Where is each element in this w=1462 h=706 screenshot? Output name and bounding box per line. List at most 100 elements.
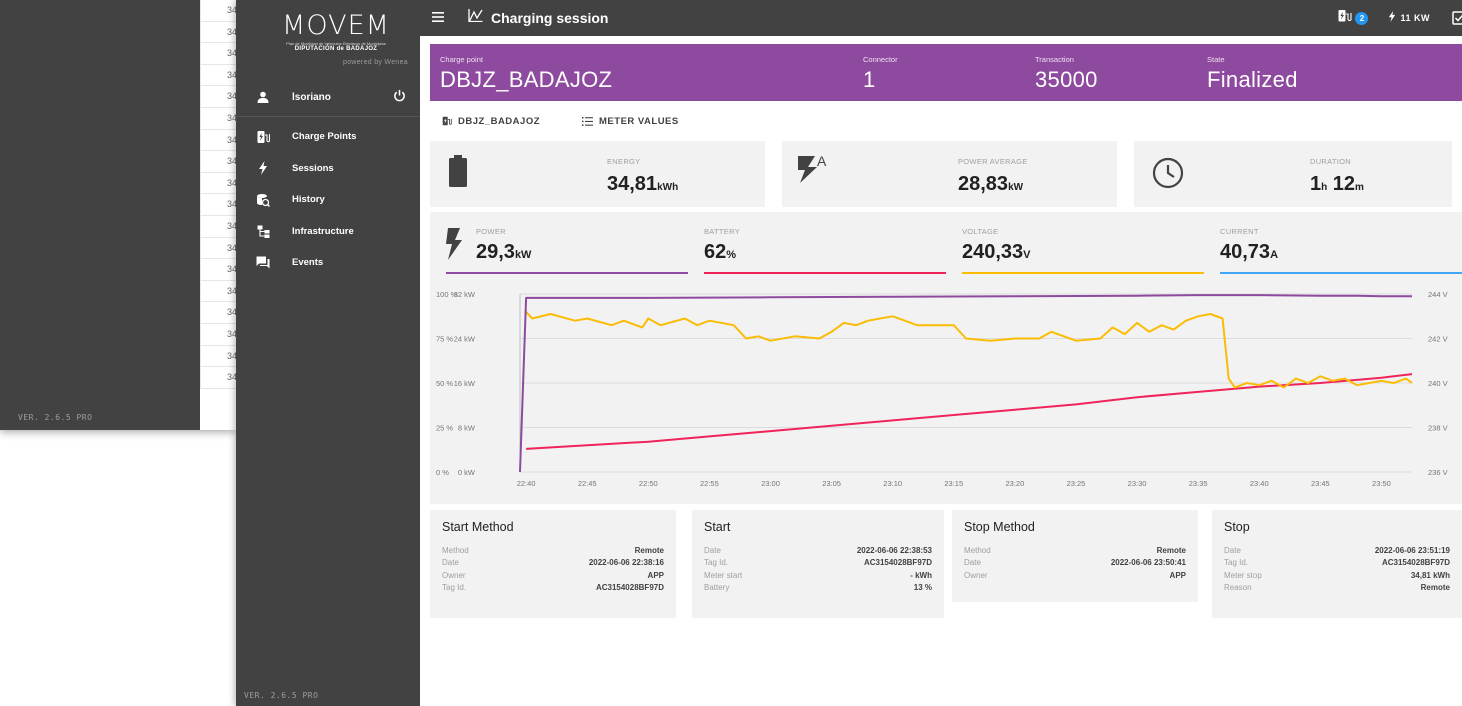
x-tick-label: 23:45 — [1311, 479, 1330, 488]
power-average-card: A POWER AVERAGE 28,83kW — [782, 141, 1117, 207]
current-value: 40,73A — [1220, 241, 1279, 263]
background-version: VER. 2.6.5 PRO — [18, 413, 93, 422]
connector-label: Connector — [863, 55, 898, 64]
current-meter: CURRENT 40,73A — [1220, 212, 1462, 278]
sidebar-item-charge-points[interactable]: Charge Points — [236, 121, 420, 153]
detail-row: Tag Id. AC3154028BF97D — [442, 582, 664, 595]
duration-card: DURATION 1h 12m — [1134, 141, 1452, 207]
detail-row: Date 2022-06-06 22:38:16 — [442, 557, 664, 570]
x-tick-label: 23:35 — [1189, 479, 1208, 488]
charge-point-field: Charge point DBJZ_BADAJOZ — [440, 55, 612, 93]
sidebar-item-sessions[interactable]: Sessions — [236, 153, 420, 185]
detail-value: 2022-06-06 23:51:19 — [1374, 545, 1450, 555]
main-window: MOVEM Plan de Movilidad de Vehículos Elé… — [236, 0, 1462, 706]
battery-value: 62% — [704, 241, 737, 263]
duration-value: 1h 12m — [1310, 173, 1364, 195]
detail-value: 2022-06-06 22:38:53 — [856, 545, 932, 555]
tab-charge-point[interactable]: DBJZ_BADAJOZ — [442, 116, 540, 127]
energy-value: 34,81kWh — [607, 173, 679, 195]
detail-value: Remote — [634, 545, 664, 555]
logout-icon[interactable] — [393, 89, 406, 107]
detail-value: AC3154028BF97D — [595, 583, 664, 593]
background-window: VER. 2.6.5 PRO 34 34 34 34 34 34 34 34 34 34 34 34 3… — [0, 0, 237, 430]
page-title: Charging session — [491, 10, 609, 26]
battery-meter: BATTERY 62% — [704, 212, 946, 278]
events-icon — [256, 256, 270, 269]
detail-value: Remote — [1420, 583, 1450, 593]
detail-row: Owner APP — [442, 569, 664, 582]
bolt-icon — [256, 161, 270, 176]
detail-key: Meter start — [704, 570, 743, 580]
sidebar-item-history[interactable]: History — [236, 184, 420, 216]
chart-icon — [468, 9, 483, 27]
x-tick-label: 23:20 — [1005, 479, 1024, 488]
sidebar-item-events[interactable]: Events — [236, 247, 420, 279]
background-list-row: 34 — [200, 129, 237, 152]
detail-key: Date — [1224, 545, 1241, 555]
detail-key: Owner — [964, 570, 988, 580]
tab-label: DBJZ_BADAJOZ — [458, 115, 541, 127]
menu-icon[interactable] — [432, 9, 448, 27]
detail-card-stop-method: Stop Method Method Remote Date 2022-06-06 23… — [952, 510, 1198, 602]
transaction-field: Transaction 35000 — [1035, 55, 1098, 93]
connector-value: 1 — [863, 67, 876, 92]
infrastructure-icon — [256, 225, 270, 238]
detail-row: Tag Id. AC3154028BF97D — [704, 557, 932, 570]
user-icon — [256, 91, 270, 103]
power-average-label: POWER AVERAGE — [958, 157, 1028, 166]
y-tick-label-v: 242 V — [1428, 335, 1448, 344]
detail-row: Method Remote — [442, 544, 664, 557]
background-list-row: 34 — [200, 280, 237, 303]
power-label: POWER — [476, 227, 506, 236]
charger-count-badge: 2 — [1355, 11, 1369, 25]
background-list-row: 34 — [200, 323, 237, 346]
state-value: Finalized — [1207, 67, 1298, 92]
charge-point-label: Charge point — [440, 55, 483, 64]
y-tick-label-v: 236 V — [1428, 468, 1448, 477]
detail-card-stop: Stop Date 2022-06-06 23:51:19 Tag Id. AC3154… — [1212, 510, 1462, 618]
powered-by: powered by Wenea — [343, 59, 408, 66]
meter-values-chart: 100 %32 kW 244 V75 % 24 kW 242 V50 % 16 kW 24… — [436, 290, 1448, 488]
x-tick-label: 23:05 — [822, 479, 841, 488]
charger-status-icon[interactable] — [1338, 9, 1353, 27]
bolt-icon — [446, 228, 462, 260]
detail-row: Method Remote — [964, 544, 1186, 557]
x-tick-label: 22:55 — [700, 479, 719, 488]
background-list-row: 34 — [200, 43, 237, 65]
y-tick-label-pct: 0 % — [436, 468, 449, 477]
battery-icon — [449, 155, 467, 187]
detail-value: 2022-06-06 22:38:16 — [588, 558, 664, 568]
current-underline — [1220, 272, 1462, 274]
sidebar-item-label: Infrastructure — [292, 225, 354, 237]
charge-point-value: DBJZ_BADAJOZ — [440, 67, 613, 92]
sidebar-nav: Charge Points Sessions History Infrastru… — [236, 121, 420, 279]
background-list-row: 34 — [200, 64, 237, 87]
charge-point-icon — [256, 130, 270, 144]
detail-card-start-method: Start Method Method Remote Date 2022-06-06 2… — [430, 510, 676, 618]
y-tick-label-pct: 25 % — [436, 424, 453, 433]
sidebar-item-label: Charge Points — [292, 131, 357, 143]
background-list-row: 34 — [200, 215, 237, 238]
background-list-row: 34 — [200, 367, 237, 389]
detail-key: Method — [964, 545, 991, 555]
y-tick-label-kw: 0 kW — [458, 468, 476, 477]
battery-label: BATTERY — [704, 227, 740, 236]
detail-card-title: Stop Method — [964, 520, 1035, 534]
voltage-meter: VOLTAGE 240,33V — [962, 212, 1204, 278]
detail-value: 34,81 kWh — [1410, 570, 1450, 580]
voltage-label: VOLTAGE — [962, 227, 999, 236]
y-tick-label-pct: 50 % — [436, 379, 453, 388]
series-line-voltage — [525, 311, 1413, 389]
detail-key: Method — [442, 545, 469, 555]
sidebar-item-infrastructure[interactable]: Infrastructure — [236, 216, 420, 248]
power-amp-icon: A — [798, 153, 827, 183]
background-list-row: 34 — [200, 172, 237, 195]
session-header: Charge point DBJZ_BADAJOZ Connector 1 Tr… — [430, 44, 1462, 101]
screen: { "background_window": { "version": "VER… — [0, 0, 1462, 706]
energy-label: ENERGY — [607, 157, 641, 166]
background-list-row: 34 — [200, 151, 237, 173]
tab-meter-values[interactable]: METER VALUES — [582, 116, 679, 127]
check-icon[interactable] — [1452, 11, 1462, 25]
background-list: 34 34 34 34 34 34 34 34 34 34 34 34 34 34 34 34 34 34 — [200, 0, 237, 430]
x-tick-label: 22:50 — [639, 479, 658, 488]
